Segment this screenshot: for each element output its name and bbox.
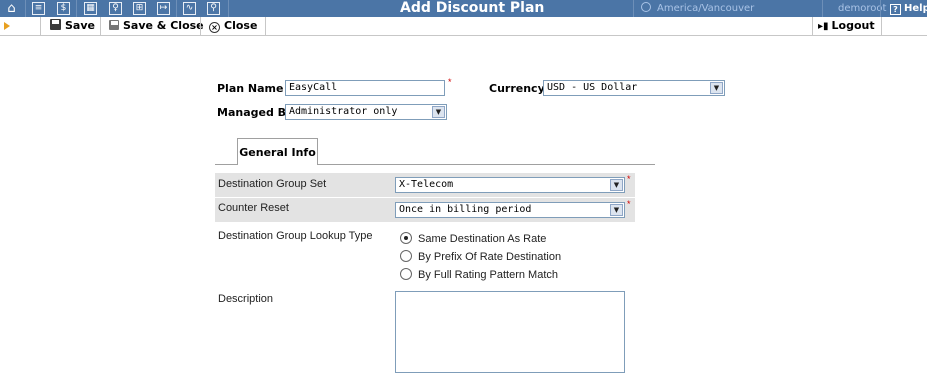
save-label: Save (65, 19, 95, 32)
save-close-button[interactable]: Save & Close (109, 17, 204, 35)
search-icon[interactable]: ⚲ (207, 2, 220, 15)
logout-button[interactable]: ▸▮ Logout (818, 17, 875, 35)
clock-icon (641, 2, 651, 12)
counter-reset-value: Once in billing period (399, 204, 532, 215)
managed-by-select[interactable]: Administrator only ▼ (285, 104, 447, 120)
radio-same-destination[interactable] (400, 232, 412, 244)
floppy-close-icon (109, 20, 119, 30)
dest-group-set-value: X-Telecom (399, 179, 454, 190)
close-button[interactable]: × Close (209, 17, 257, 35)
radio-by-prefix-label: By Prefix Of Rate Destination (418, 251, 562, 263)
currency-value: USD - US Dollar (547, 82, 638, 93)
home-icon[interactable]: ⌂ (5, 2, 18, 15)
help-icon: ? (890, 4, 901, 15)
tab-baseline-right (318, 164, 655, 165)
timezone-link[interactable]: America/Vancouver (641, 0, 754, 17)
plan-name-input[interactable]: EasyCall (285, 80, 445, 96)
help-label: Help (904, 3, 927, 14)
list-icon[interactable]: ≡ (32, 2, 45, 15)
close-icon: × (209, 22, 220, 33)
currency-label: Currency (489, 82, 545, 95)
chevron-down-icon: ▼ (710, 82, 723, 94)
dest-group-set-label: Destination Group Set (218, 178, 327, 190)
required-marker: * (448, 77, 452, 87)
dest-group-set-select[interactable]: X-Telecom ▼ (395, 177, 625, 193)
timezone-label: America/Vancouver (657, 3, 755, 14)
counter-reset-label: Counter Reset (218, 202, 289, 214)
counter-reset-select[interactable]: Once in billing period ▼ (395, 202, 625, 218)
required-marker: * (627, 199, 631, 209)
close-label: Close (224, 19, 258, 32)
help-link[interactable]: ? Help (890, 0, 927, 17)
plan-name-label: Plan Name (217, 82, 284, 95)
chevron-down-icon: ▼ (610, 204, 623, 216)
description-label: Description (218, 293, 274, 305)
required-marker: * (627, 174, 631, 184)
floppy-icon (50, 19, 61, 30)
radio-by-prefix[interactable] (400, 250, 412, 262)
person-icon[interactable]: ♀ (109, 2, 122, 15)
page-title: Add Discount Plan (400, 0, 545, 16)
tree-icon[interactable]: ⊞ (133, 2, 146, 15)
save-button[interactable]: Save (50, 17, 95, 35)
radio-full-pattern[interactable] (400, 268, 412, 280)
managed-by-label: Managed By (217, 106, 294, 119)
flow-icon[interactable]: ↦ (157, 2, 170, 15)
description-textarea[interactable] (395, 291, 625, 373)
radio-same-destination-label: Same Destination As Rate (418, 233, 547, 245)
menu-arrow-icon (4, 22, 10, 30)
dollar-icon[interactable]: $ (57, 2, 70, 15)
lookup-type-label: Destination Group Lookup Type (218, 230, 373, 242)
chart-icon[interactable]: ∿ (183, 2, 196, 15)
chevron-down-icon: ▼ (432, 106, 445, 118)
logout-label: Logout (831, 19, 875, 32)
save-close-label: Save & Close (123, 19, 204, 32)
tab-baseline-left (215, 164, 237, 165)
radio-full-pattern-label: By Full Rating Pattern Match (418, 269, 559, 281)
top-bar: ⌂ ≡ $ ▦ ♀ ⊞ ↦ ∿ ⚲ Add Discount Plan Amer… (0, 0, 927, 17)
managed-by-value: Administrator only (289, 106, 398, 117)
logout-icon: ▸▮ (818, 21, 829, 32)
chevron-down-icon: ▼ (610, 179, 623, 191)
toolbar-divider (0, 35, 927, 36)
grid-icon[interactable]: ▦ (84, 2, 97, 15)
currency-select[interactable]: USD - US Dollar ▼ (543, 80, 725, 96)
tab-general-info[interactable]: General Info (237, 138, 318, 165)
